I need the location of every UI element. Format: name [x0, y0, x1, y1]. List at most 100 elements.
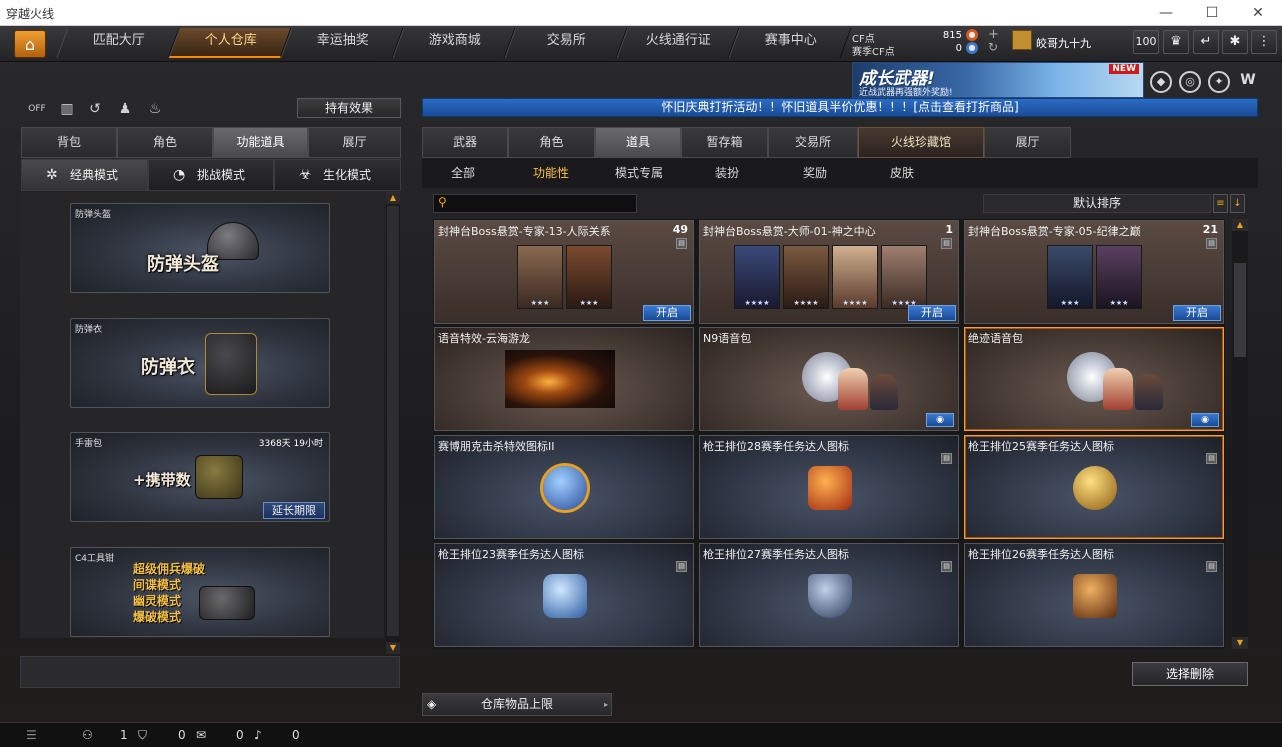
- close-button[interactable]: ✕: [1236, 2, 1280, 24]
- nav-tab-mall[interactable]: 游戏商城: [392, 28, 516, 58]
- scroll-thumb[interactable]: [387, 206, 399, 636]
- nav-tab-lobby[interactable]: 匹配大厅: [56, 28, 180, 58]
- lock-icon[interactable]: ▤: [941, 453, 952, 464]
- nav-tab-warehouse[interactable]: 个人仓库: [168, 28, 292, 58]
- character-icon[interactable]: ♟: [114, 98, 136, 120]
- scroll-thumb[interactable]: [1234, 263, 1246, 357]
- subtab-mode[interactable]: 模式专属: [615, 164, 663, 181]
- promo-banner[interactable]: 成长武器! 近战武器再强额外奖励! NEW: [852, 62, 1144, 98]
- right-tab-collection[interactable]: 火线珍藏馆: [858, 127, 984, 158]
- subtab-dress[interactable]: 装扮: [715, 164, 739, 181]
- left-tab-items[interactable]: 功能道具: [213, 127, 308, 158]
- subtab-reward[interactable]: 奖励: [803, 164, 827, 181]
- weapon-icon[interactable]: ✦: [1208, 71, 1230, 93]
- item-card[interactable]: 枪王排位28赛季任务达人图标 ▤: [699, 435, 959, 539]
- subtab-all[interactable]: 全部: [451, 164, 475, 181]
- exit-icon[interactable]: ↵: [1193, 30, 1219, 54]
- preview-button[interactable]: ◉: [926, 413, 954, 427]
- mode-tab-zombie[interactable]: ☣ 生化模式: [274, 159, 401, 191]
- speaker-icon[interactable]: ♪: [254, 728, 262, 742]
- minimize-button[interactable]: —: [1144, 2, 1188, 24]
- right-tab-exchange[interactable]: 交易所: [768, 127, 858, 158]
- wings-icon[interactable]: W: [1237, 71, 1259, 93]
- level-badge[interactable]: 100: [1133, 30, 1159, 54]
- open-button[interactable]: 开启: [908, 305, 956, 321]
- item-card[interactable]: N9语音包 ◉: [699, 327, 959, 431]
- item-card[interactable]: 语音特效-云海游龙: [434, 327, 694, 431]
- grid-scrollbar[interactable]: ▲ ▼: [1232, 219, 1248, 649]
- equip-vest[interactable]: 防弹衣 防弹衣: [70, 318, 330, 408]
- item-card[interactable]: 封神台Boss悬赏-大师-01-神之中心 1 ▤ ★★★★ ★★★★ ★★★★ …: [699, 220, 959, 324]
- banner-subtitle: 近战武器再强额外奖励!: [859, 88, 953, 98]
- extend-button[interactable]: 延长期限: [263, 502, 325, 519]
- refresh-icon[interactable]: ↻: [988, 40, 998, 54]
- delete-selected-button[interactable]: 选择删除: [1132, 662, 1248, 686]
- toggle-off-icon[interactable]: OFF: [26, 98, 48, 120]
- equip-c4-tool[interactable]: C4工具钳 超级佣兵爆破 间谍模式 幽灵模式 爆破模式: [70, 547, 330, 637]
- item-card[interactable]: 枪王排位23赛季任务达人图标 ▤: [434, 543, 694, 647]
- right-tab-hall[interactable]: 展厅: [984, 127, 1071, 158]
- list-view-icon[interactable]: ≡: [1213, 194, 1228, 213]
- preview-button[interactable]: ◉: [1191, 413, 1219, 427]
- nav-tab-exchange[interactable]: 交易所: [504, 28, 628, 58]
- open-button[interactable]: 开启: [1173, 305, 1221, 321]
- globe-icon[interactable]: ◎: [1179, 71, 1201, 93]
- bag-icon[interactable]: ♨: [144, 98, 166, 120]
- mode-tab-challenge[interactable]: ◔ 挑战模式: [148, 159, 274, 191]
- right-tab-role[interactable]: 角色: [508, 127, 595, 158]
- storage-limit-button[interactable]: ◈ 仓库物品上限 ▸: [422, 693, 612, 716]
- lock-icon[interactable]: ▤: [1206, 238, 1217, 249]
- nav-tab-pass[interactable]: 火线通行证: [616, 28, 740, 58]
- right-tab-weapon[interactable]: 武器: [422, 127, 508, 158]
- home-button[interactable]: ⌂: [14, 30, 46, 58]
- sort-direction-icon[interactable]: ↓: [1230, 194, 1245, 213]
- lock-icon[interactable]: ▤: [676, 561, 687, 572]
- left-tab-bag[interactable]: 背包: [21, 127, 117, 158]
- item-card[interactable]: 绝迹语音包 ◉: [964, 327, 1224, 431]
- scroll-up-icon[interactable]: ▲: [386, 192, 400, 204]
- item-card[interactable]: 枪王排位27赛季任务达人图标 ▤: [699, 543, 959, 647]
- scroll-up-icon[interactable]: ▲: [1232, 219, 1248, 231]
- maximize-button[interactable]: ☐: [1190, 2, 1234, 24]
- subtab-functional[interactable]: 功能性: [533, 164, 569, 181]
- right-tab-items[interactable]: 道具: [595, 127, 681, 158]
- nav-tab-events[interactable]: 赛事中心: [728, 28, 852, 58]
- nav-tab-lottery[interactable]: 幸运抽奖: [280, 28, 404, 58]
- left-tab-hall[interactable]: 展厅: [308, 127, 401, 158]
- equip-grenade-bag[interactable]: 手雷包 3368天 19小时 +携带数 延长期限: [70, 432, 330, 522]
- lock-icon[interactable]: ▤: [941, 238, 952, 249]
- open-button[interactable]: 开启: [643, 305, 691, 321]
- shield-badge-icon[interactable]: ◆: [1150, 71, 1172, 93]
- item-card[interactable]: 封神台Boss悬赏-专家-05-纪律之巅 21 ▤ ★★★ ★★★ 开启: [964, 220, 1224, 324]
- lock-icon[interactable]: ▤: [676, 238, 687, 249]
- biohazard-icon: ☣: [299, 167, 312, 183]
- item-card[interactable]: 赛博朋克击杀特效图标II: [434, 435, 694, 539]
- menu-icon[interactable]: ⋮: [1251, 30, 1277, 54]
- right-tab-storage[interactable]: 暂存箱: [681, 127, 768, 158]
- item-card[interactable]: 枪王排位25赛季任务达人图标 ▤: [964, 435, 1224, 539]
- stats-icon[interactable]: ▥: [56, 98, 78, 120]
- dragon-effect-icon: [505, 350, 615, 408]
- item-card[interactable]: 封神台Boss悬赏-专家-13-人际关系 49 ▤ ★★★ ★★★ 开启: [434, 220, 694, 324]
- mode-tab-classic[interactable]: ✲ 经典模式: [21, 159, 148, 191]
- effects-button[interactable]: 持有效果: [297, 98, 401, 118]
- rank-icon[interactable]: ♛: [1163, 30, 1189, 54]
- lock-icon[interactable]: ▤: [941, 561, 952, 572]
- lock-icon[interactable]: ▤: [1206, 453, 1217, 464]
- left-tab-role[interactable]: 角色: [117, 127, 213, 158]
- sale-notice[interactable]: 怀旧庆典打折活动！！怀旧道具半价优惠！！！[点击查看打折商品]: [422, 98, 1258, 117]
- history-icon[interactable]: ↺: [84, 98, 106, 120]
- gear-icon[interactable]: ✱: [1222, 30, 1248, 54]
- item-card[interactable]: 枪王排位26赛季任务达人图标 ▤: [964, 543, 1224, 647]
- avatar[interactable]: [1012, 30, 1032, 50]
- lock-icon[interactable]: ▤: [1206, 561, 1217, 572]
- scroll-down-icon[interactable]: ▼: [386, 642, 400, 654]
- search-input[interactable]: ⚲: [433, 194, 637, 213]
- left-scrollbar[interactable]: ▲ ▼: [386, 192, 400, 654]
- character-icon: [870, 374, 898, 410]
- subtab-skin[interactable]: 皮肤: [890, 164, 914, 181]
- equip-helmet[interactable]: 防弹头盔 防弹头盔: [70, 203, 330, 293]
- sort-select[interactable]: 默认排序: [983, 194, 1211, 213]
- menu-list-icon[interactable]: ☰: [26, 728, 37, 742]
- scroll-down-icon[interactable]: ▼: [1232, 637, 1248, 649]
